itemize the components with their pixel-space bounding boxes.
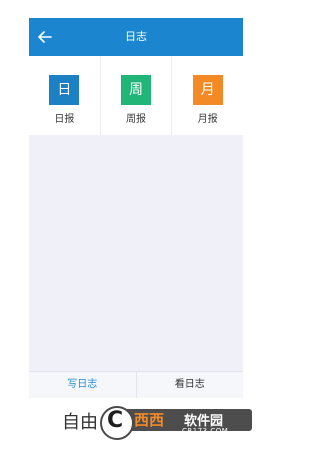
watermark-url: CR173.COM — [182, 427, 229, 435]
app-screen: 日志 日 日报 周 周报 月 月报 写日志 看日志 — [29, 18, 243, 398]
report-type-cards: 日 日报 周 周报 月 月报 — [29, 56, 243, 135]
monthly-badge-icon: 月 — [192, 75, 223, 105]
watermark-logo: C 西西 软件园 CR173.COM — [100, 406, 252, 440]
daily-report-card[interactable]: 日 日报 — [29, 56, 100, 135]
page-title: 日志 — [125, 30, 147, 43]
watermark-letter: C — [107, 408, 124, 433]
weekly-report-label: 周报 — [126, 114, 146, 125]
tab-write-log[interactable]: 写日志 — [29, 372, 136, 398]
daily-report-label: 日报 — [54, 114, 75, 125]
monthly-report-card[interactable]: 月 月报 — [171, 56, 243, 135]
tab-view-log[interactable]: 看日志 — [135, 372, 244, 398]
watermark-brand: 西西 — [134, 411, 165, 429]
daily-badge-icon: 日 — [49, 75, 80, 105]
title-bar: 日志 — [29, 18, 243, 56]
weekly-report-card[interactable]: 周 周报 — [99, 56, 172, 135]
caption-text: 自由 — [62, 412, 98, 433]
weekly-badge-icon: 周 — [121, 75, 151, 105]
monthly-report-label: 月报 — [197, 114, 218, 125]
bottom-tab-bar: 写日志 看日志 — [29, 371, 243, 398]
